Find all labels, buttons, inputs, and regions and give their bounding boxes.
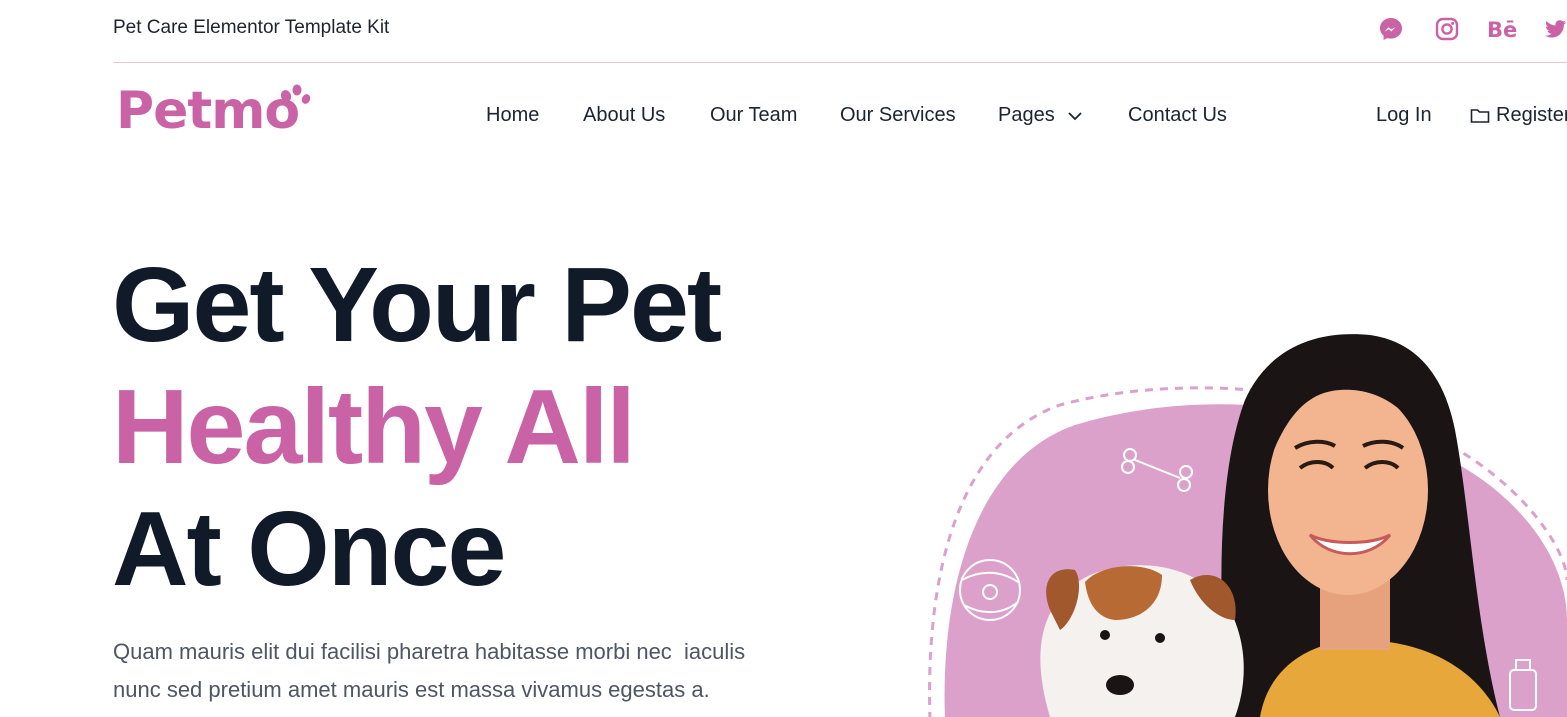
register-link[interactable]: Register xyxy=(1470,104,1567,127)
twitter-icon[interactable] xyxy=(1545,15,1567,43)
paw-icon xyxy=(280,84,311,104)
nav-our-services[interactable]: Our Services xyxy=(840,104,956,127)
logo-text: Petmo xyxy=(116,81,300,141)
messenger-icon[interactable] xyxy=(1377,15,1405,43)
topbar-divider xyxy=(113,62,1567,63)
behance-icon[interactable]: Bē xyxy=(1487,15,1519,43)
topbar-tagline: Pet Care Elementor Template Kit xyxy=(113,17,390,38)
logo[interactable]: Petmo xyxy=(113,78,313,144)
hero-image xyxy=(900,320,1567,717)
instagram-icon[interactable] xyxy=(1434,15,1460,43)
nav-home[interactable]: Home xyxy=(486,104,539,127)
dog xyxy=(1040,565,1244,717)
login-link[interactable]: Log In xyxy=(1376,104,1432,127)
nav-pages[interactable]: Pages xyxy=(998,104,1055,127)
nav-our-team[interactable]: Our Team xyxy=(710,104,797,127)
hero-title-line2: Healthy All xyxy=(112,368,636,486)
hero-description: Quam mauris elit dui facilisi pharetra h… xyxy=(113,639,746,702)
hero-title-line1: Get Your Pet xyxy=(112,246,722,364)
chevron-down-icon[interactable] xyxy=(1067,110,1083,122)
svg-text:Bē: Bē xyxy=(1487,18,1517,41)
folder-icon xyxy=(1470,108,1490,123)
top-bar: Pet Care Elementor Template Kit Bē xyxy=(0,0,1567,63)
hero-title-line3: At Once xyxy=(112,490,506,608)
nav-about-us[interactable]: About Us xyxy=(583,104,665,127)
register-label: Register xyxy=(1496,104,1567,126)
page: Pet Care Elementor Template Kit Bē Petmo… xyxy=(0,0,1567,717)
nav-contact-us[interactable]: Contact Us xyxy=(1128,104,1227,127)
